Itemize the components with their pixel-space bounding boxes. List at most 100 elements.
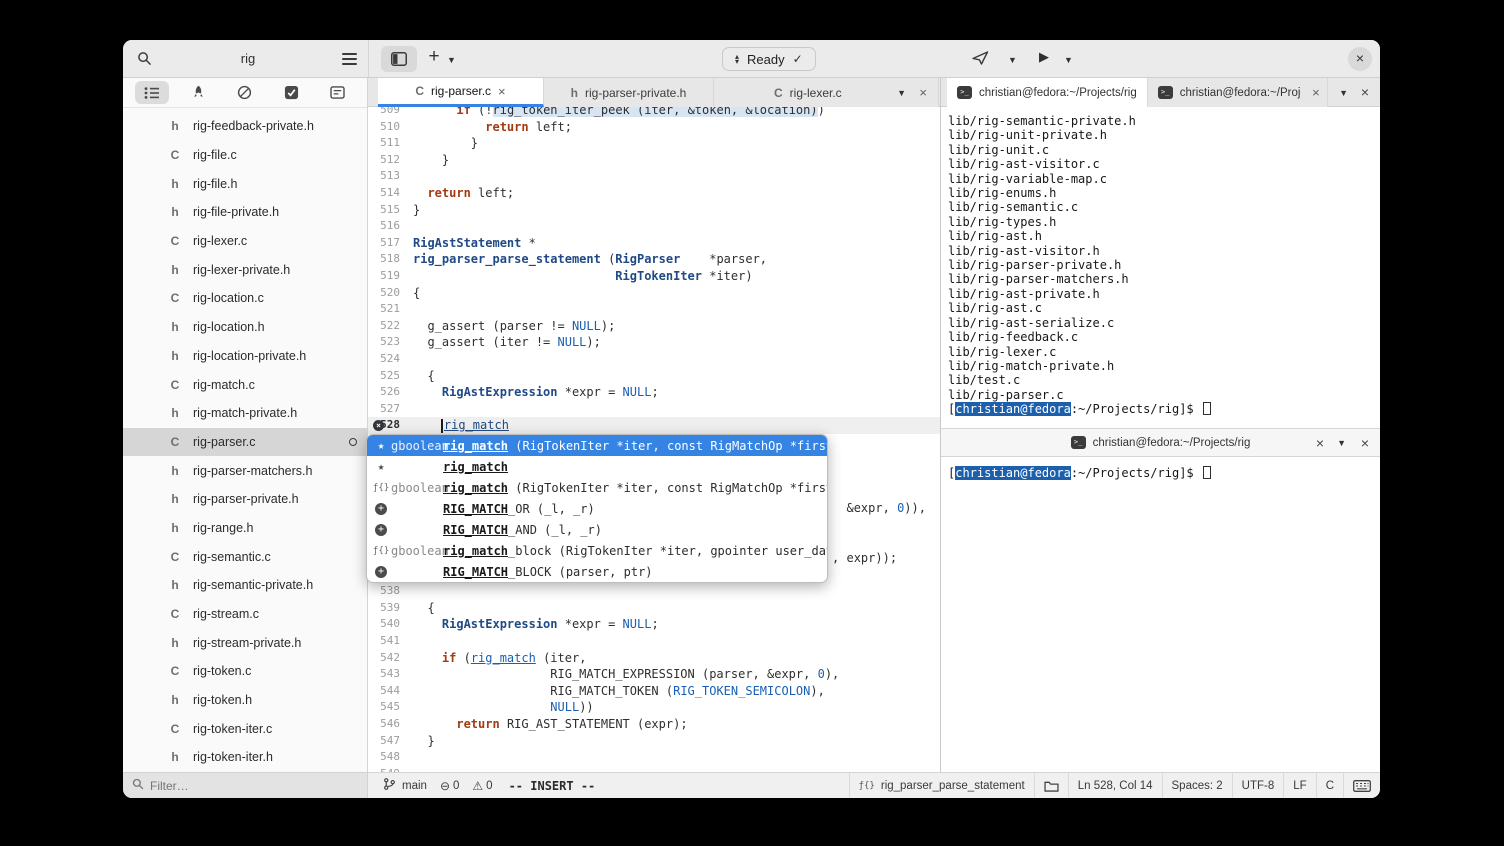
code-line-523[interactable]: 523 g_assert (iter != NULL);: [368, 334, 940, 351]
cursor-position-cell[interactable]: Ln 528, Col 14: [1067, 773, 1162, 798]
line-ending-cell[interactable]: LF: [1283, 773, 1315, 798]
code-line-541[interactable]: 541: [368, 633, 940, 650]
file-row-rig-range.h[interactable]: h rig-range.h: [123, 514, 367, 543]
terminal-tab-2[interactable]: >_ christian@fedora:~/Projects ×: [1147, 78, 1328, 107]
build-status-button[interactable]: ▴ ▾ Ready ✓: [722, 47, 816, 71]
code-line-513[interactable]: 513: [368, 168, 940, 185]
run-button[interactable]: ▶: [1039, 49, 1049, 65]
warning-count[interactable]: 0: [486, 780, 492, 792]
new-document-button[interactable]: +: [425, 46, 443, 68]
code-line-548[interactable]: 548: [368, 749, 940, 766]
completion-item[interactable]: ★ rig_match: [367, 456, 827, 477]
tab-list-chevron-icon[interactable]: ▼: [897, 88, 906, 98]
completion-item[interactable]: ★ gboolean rig_match (RigTokenIter *iter, …: [367, 435, 827, 456]
terminal-panel-close-icon[interactable]: ×: [1361, 84, 1369, 100]
code-line-511[interactable]: 511 }: [368, 135, 940, 152]
close-icon[interactable]: ×: [919, 85, 927, 100]
file-row-rig-stream-private.h[interactable]: h rig-stream-private.h: [123, 628, 367, 657]
close-icon[interactable]: ×: [1361, 435, 1369, 451]
code-line-524[interactable]: 524: [368, 351, 940, 368]
tests-button[interactable]: [274, 81, 308, 104]
current-symbol-cell[interactable]: ƒ{} rig_parser_parse_statement: [848, 773, 1034, 798]
code-line-526[interactable]: 526 RigAstExpression *expr = NULL;: [368, 384, 940, 401]
code-line-515[interactable]: 515}: [368, 202, 940, 219]
file-row-rig-location-private.h[interactable]: h rig-location-private.h: [123, 342, 367, 371]
deploy-button[interactable]: [972, 51, 989, 70]
file-row-rig-location.h[interactable]: h rig-location.h: [123, 313, 367, 342]
file-row-rig-lexer.c[interactable]: Crig-lexer.c: [123, 227, 367, 256]
code-line-545[interactable]: 545 NULL)): [368, 699, 940, 716]
file-row-rig-parser-matchers.h[interactable]: h rig-parser-matchers.h: [123, 456, 367, 485]
code-line-538[interactable]: 538: [368, 583, 940, 600]
completion-item[interactable]: + RIG_MATCH _AND (_l, _r): [367, 519, 827, 540]
notes-button[interactable]: [321, 81, 355, 104]
completion-item[interactable]: ƒ{} gboolean rig_match (RigTokenIter *iter…: [367, 477, 827, 498]
completion-item[interactable]: ƒ{} gboolean rig_match _block (RigTokenIter…: [367, 540, 827, 561]
code-line-544[interactable]: 544 RIG_MATCH_TOKEN (RIG_TOKEN_SEMICOLON…: [368, 683, 940, 700]
code-line-527[interactable]: 527: [368, 401, 940, 418]
code-line-521[interactable]: 521: [368, 301, 940, 318]
encoding-cell[interactable]: UTF-8: [1231, 773, 1284, 798]
completion-item[interactable]: + RIG_MATCH _OR (_l, _r): [367, 498, 827, 519]
code-line-517[interactable]: 517 RigAstStatement *: [368, 235, 940, 252]
completion-item[interactable]: + RIG_MATCH _BLOCK (parser, ptr): [367, 561, 827, 582]
tab-rig-parser-c[interactable]: C rig-parser.c ×: [378, 78, 544, 107]
chevron-down-icon[interactable]: ▼: [1337, 438, 1346, 448]
diagnostics-button[interactable]: [228, 81, 262, 104]
file-row-rig-semantic-private.h[interactable]: h rig-semantic-private.h: [123, 571, 367, 600]
error-count[interactable]: 0: [453, 780, 459, 792]
code-line-522[interactable]: 522 g_assert (parser != NULL);: [368, 318, 940, 335]
terminal-1[interactable]: lib/rig-semantic-private.h lib/rig-unit-p…: [941, 107, 1380, 428]
build-targets-button[interactable]: [182, 81, 216, 104]
toggle-sidebar-button[interactable]: [381, 46, 417, 72]
file-row-rig-feedback-private.h[interactable]: h rig-feedback-private.h: [123, 112, 367, 141]
code-line-514[interactable]: 514 return left;: [368, 185, 940, 202]
file-row-rig-file.c[interactable]: Crig-file.c: [123, 141, 367, 170]
file-row-rig-token-iter.c[interactable]: Crig-token-iter.c: [123, 714, 367, 743]
project-tree-button[interactable]: [135, 81, 170, 104]
tab-rig-parser-private-h[interactable]: h rig-parser-private.h: [544, 78, 714, 107]
file-row-rig-stream.c[interactable]: Crig-stream.c: [123, 600, 367, 629]
file-row-rig-file.h[interactable]: h rig-file.h: [123, 169, 367, 198]
file-row-rig-semantic.c[interactable]: Crig-semantic.c: [123, 542, 367, 571]
file-row-rig-token-iter.h[interactable]: h rig-token-iter.h: [123, 743, 367, 772]
file-row-rig-lexer-private.h[interactable]: h rig-lexer-private.h: [123, 255, 367, 284]
keyboard-cell[interactable]: [1343, 773, 1380, 798]
code-line-518[interactable]: 518 rig_parser_parse_statement (RigParser…: [368, 251, 940, 268]
project-folder-cell[interactable]: [1033, 773, 1068, 798]
filter-input[interactable]: [150, 778, 340, 793]
file-row-rig-location.c[interactable]: Crig-location.c: [123, 284, 367, 313]
window-close-button[interactable]: ×: [1348, 47, 1372, 71]
menu-icon[interactable]: [342, 53, 357, 65]
code-line-547[interactable]: 547 }: [368, 733, 940, 750]
tab-rig-lexer-c[interactable]: C rig-lexer.c ▼ ×: [714, 78, 939, 107]
code-line-543[interactable]: 543 RIG_MATCH_EXPRESSION (parser, &expr,…: [368, 666, 940, 683]
code-line-519[interactable]: 519 RigTokenIter *iter): [368, 268, 940, 285]
terminal-tabs-chevron-icon[interactable]: ▼: [1339, 88, 1348, 98]
close-icon[interactable]: ×: [1312, 85, 1320, 100]
terminal-2[interactable]: [christian@fedora:~/Projects/rig]$: [941, 457, 1380, 772]
code-line-542[interactable]: 542 if (rig_match (iter,: [368, 650, 940, 667]
file-row-rig-file-private.h[interactable]: h rig-file-private.h: [123, 198, 367, 227]
code-line-539[interactable]: 539 {: [368, 600, 940, 617]
code-line-528[interactable]: × 528 rig_match: [368, 417, 940, 434]
indentation-cell[interactable]: Spaces: 2: [1161, 773, 1232, 798]
file-row-rig-parser.c[interactable]: Crig-parser.c: [123, 427, 367, 457]
file-row-rig-match-private.h[interactable]: h rig-match-private.h: [123, 399, 367, 428]
search-input[interactable]: rig: [163, 51, 333, 66]
code-line-525[interactable]: 525 {: [368, 368, 940, 385]
code-line-509[interactable]: 509 if (!rig_token_iter_peek (iter, &tok…: [368, 107, 940, 119]
code-line-510[interactable]: 510 return left;: [368, 119, 940, 136]
file-row-rig-parser-private.h[interactable]: h rig-parser-private.h: [123, 485, 367, 514]
run-chevron-icon[interactable]: ▼: [1064, 55, 1073, 65]
branch-name[interactable]: main: [402, 780, 427, 792]
new-document-chevron-icon[interactable]: ▼: [447, 55, 456, 65]
file-row-rig-token.c[interactable]: Crig-token.c: [123, 657, 367, 686]
code-line-512[interactable]: 512 }: [368, 152, 940, 169]
deploy-chevron-icon[interactable]: ▼: [1008, 55, 1017, 65]
language-cell[interactable]: C: [1315, 773, 1343, 798]
close-icon[interactable]: ×: [498, 84, 506, 99]
code-line-516[interactable]: 516: [368, 218, 940, 235]
terminal-tab-1[interactable]: >_ christian@fedora:~/Projects/rig: [947, 78, 1148, 107]
code-line-540[interactable]: 540 RigAstExpression *expr = NULL;: [368, 616, 940, 633]
